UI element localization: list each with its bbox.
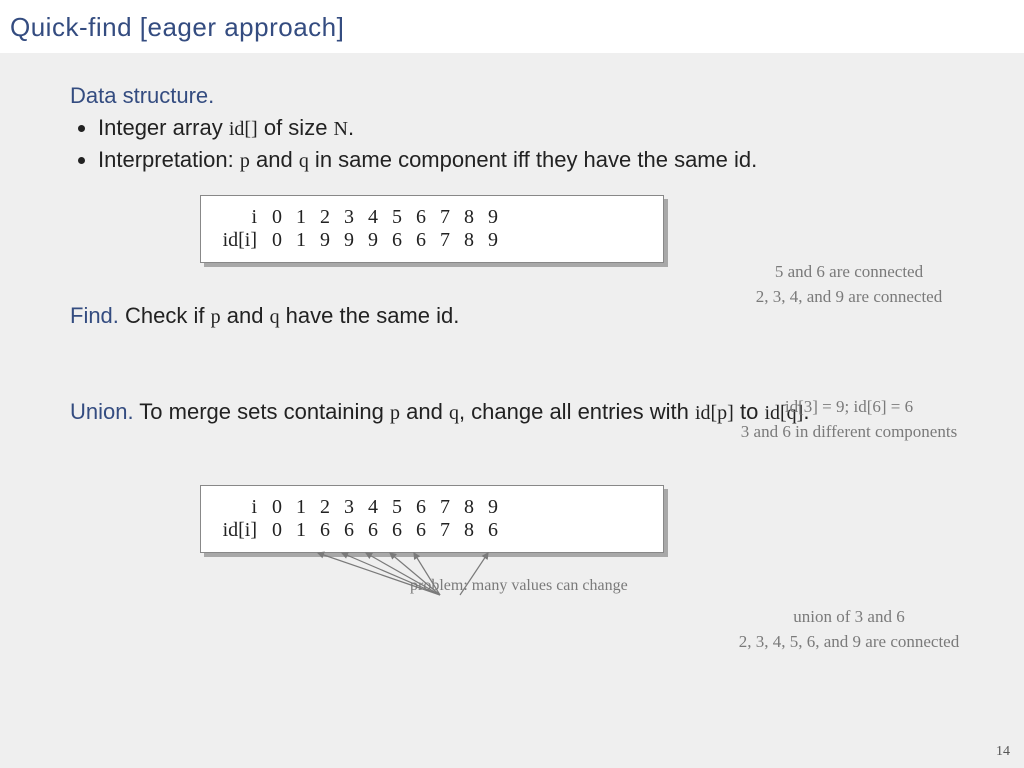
union-text: To merge sets containing xyxy=(134,399,390,424)
cell: 1 xyxy=(289,206,313,229)
cell: 0 xyxy=(265,206,289,229)
bullet-2-post: in same component iff they have the same… xyxy=(309,147,757,172)
find-heading: Find. xyxy=(70,303,119,328)
annotation-text: union of 3 and 6 xyxy=(694,605,1004,630)
data-structure-heading: Data structure. xyxy=(70,83,214,108)
row-label-i: i xyxy=(215,496,265,519)
bullet-list: Integer array id[] of size N. Interpreta… xyxy=(70,113,954,175)
problem-note: problem: many values can change xyxy=(410,577,628,595)
data-structure-block: Data structure. Integer array id[] of si… xyxy=(70,83,954,175)
table-row: i 0 1 2 3 4 5 6 7 8 9 xyxy=(215,206,645,229)
cell: 8 xyxy=(457,496,481,519)
cell: 6 xyxy=(337,519,361,542)
cell: 0 xyxy=(265,496,289,519)
cell: 9 xyxy=(481,496,505,519)
annotation-union: union of 3 and 6 2, 3, 4, 5, 6, and 9 ar… xyxy=(694,605,1004,654)
cell: 4 xyxy=(361,206,385,229)
bullet-2-code1: p xyxy=(240,150,250,172)
slide: Quick-find [eager approach] Data structu… xyxy=(0,0,1024,768)
cell: 6 xyxy=(385,229,409,252)
cell: 1 xyxy=(289,496,313,519)
cell: 7 xyxy=(433,206,457,229)
row-label-i: i xyxy=(215,206,265,229)
cell: 6 xyxy=(409,206,433,229)
cell: 6 xyxy=(409,496,433,519)
title-bar: Quick-find [eager approach] xyxy=(0,0,1024,53)
bullet-2-mid: and xyxy=(250,147,299,172)
find-text: Check if xyxy=(119,303,211,328)
bullet-2: Interpretation: p and q in same componen… xyxy=(98,145,954,175)
bullet-1-code2: N xyxy=(334,118,348,140)
union-text: and xyxy=(400,399,449,424)
slide-title: Quick-find [eager approach] xyxy=(10,12,344,42)
cell: 9 xyxy=(481,229,505,252)
bullet-1-pre: Integer array xyxy=(98,115,229,140)
bullet-1-code1: id[] xyxy=(229,118,258,140)
id-table-after: i 0 1 2 3 4 5 6 7 8 9 id[i] 0 1 6 xyxy=(200,485,664,553)
bullet-1: Integer array id[] of size N. xyxy=(98,113,954,143)
cell: 9 xyxy=(337,229,361,252)
cell: 8 xyxy=(457,206,481,229)
cell: 0 xyxy=(265,229,289,252)
union-code-q: q xyxy=(449,402,459,424)
bullet-2-code2: q xyxy=(299,150,309,172)
cell: 3 xyxy=(337,206,361,229)
cell: 6 xyxy=(361,519,385,542)
row-label-id: id[i] xyxy=(215,229,265,252)
annotation-text: 5 and 6 are connected xyxy=(694,260,1004,285)
cell: 7 xyxy=(433,496,457,519)
cell: 5 xyxy=(385,496,409,519)
cell: 3 xyxy=(337,496,361,519)
union-heading: Union. xyxy=(70,399,134,424)
cell: 9 xyxy=(481,206,505,229)
cell: 8 xyxy=(457,519,481,542)
table-row: i 0 1 2 3 4 5 6 7 8 9 xyxy=(215,496,645,519)
page-number: 14 xyxy=(996,744,1010,760)
cell: 6 xyxy=(409,229,433,252)
bullet-1-mid: of size xyxy=(258,115,334,140)
find-code-p: p xyxy=(211,306,221,328)
cell: 2 xyxy=(313,496,337,519)
table-row: id[i] 0 1 6 6 6 6 6 7 8 6 xyxy=(215,519,645,542)
cell: 7 xyxy=(433,229,457,252)
cell: 2 xyxy=(313,206,337,229)
table-row: id[i] 0 1 9 9 9 6 6 7 8 9 xyxy=(215,229,645,252)
find-code-q: q xyxy=(270,306,280,328)
annotation-connected-1: 5 and 6 are connected 2, 3, 4, and 9 are… xyxy=(694,260,1004,309)
find-text: and xyxy=(221,303,270,328)
cell: 9 xyxy=(361,229,385,252)
cell: 9 xyxy=(313,229,337,252)
union-text: , change all entries with xyxy=(459,399,695,424)
cell: 6 xyxy=(481,519,505,542)
row-label-id: id[i] xyxy=(215,519,265,542)
slide-content: Data structure. Integer array id[] of si… xyxy=(0,53,1024,553)
cell: 0 xyxy=(265,519,289,542)
find-text: have the same id. xyxy=(280,303,460,328)
id-table-before: i 0 1 2 3 4 5 6 7 8 9 id[i] 0 1 9 xyxy=(200,195,664,263)
cell: 1 xyxy=(289,229,313,252)
union-code-p: p xyxy=(390,402,400,424)
cell: 6 xyxy=(313,519,337,542)
annotation-text: id[3] = 9; id[6] = 6 xyxy=(694,395,1004,420)
cell: 6 xyxy=(409,519,433,542)
cell: 4 xyxy=(361,496,385,519)
annotation-text: 3 and 6 in different components xyxy=(694,420,1004,445)
cell: 1 xyxy=(289,519,313,542)
cell: 6 xyxy=(385,519,409,542)
cell: 7 xyxy=(433,519,457,542)
cell: 5 xyxy=(385,206,409,229)
annotation-text: 2, 3, 4, 5, 6, and 9 are connected xyxy=(694,630,1004,655)
annotation-text: 2, 3, 4, and 9 are connected xyxy=(694,285,1004,310)
bullet-1-post: . xyxy=(348,115,354,140)
cell: 8 xyxy=(457,229,481,252)
annotation-find: id[3] = 9; id[6] = 6 3 and 6 in differen… xyxy=(694,395,1004,444)
bullet-2-pre: Interpretation: xyxy=(98,147,240,172)
